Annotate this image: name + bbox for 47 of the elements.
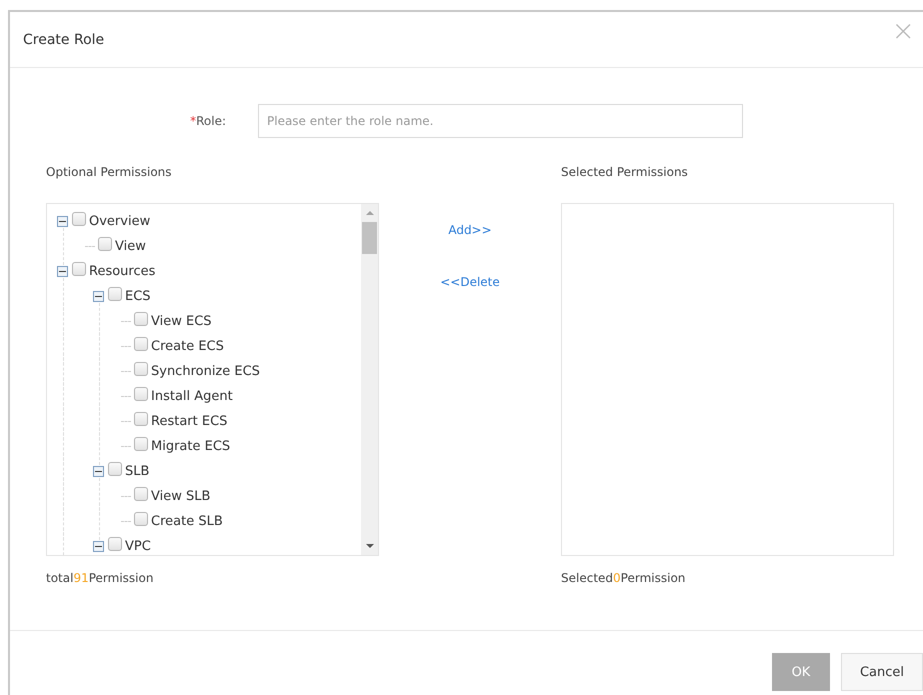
checkbox[interactable] <box>134 412 148 426</box>
total-count-text: total91Permission <box>46 571 154 585</box>
selected-count-text: Selected0Permission <box>561 571 686 585</box>
tree-item-label[interactable]: Install Agent <box>151 389 233 404</box>
checkbox[interactable] <box>134 386 148 400</box>
scroll-down-icon[interactable] <box>366 544 374 548</box>
cancel-button[interactable]: Cancel <box>840 653 923 691</box>
section-heading: Selected Permissions <box>561 165 689 181</box>
tree-item-label[interactable]: ECS <box>125 289 151 304</box>
checkbox[interactable] <box>108 462 122 476</box>
checkbox[interactable] <box>134 362 148 376</box>
delete-link[interactable]: <<Delete <box>440 275 500 289</box>
checkbox[interactable] <box>98 236 112 250</box>
tree-item-label[interactable]: Overview <box>89 214 150 229</box>
checkbox[interactable] <box>134 512 148 526</box>
checkbox[interactable] <box>108 536 122 550</box>
collapse-icon[interactable] <box>93 466 104 477</box>
checkbox[interactable] <box>108 286 122 300</box>
tree-item-label[interactable]: Synchronize ECS <box>151 364 260 379</box>
checkbox[interactable] <box>134 486 148 500</box>
scrollbar[interactable] <box>361 204 378 555</box>
checkbox[interactable] <box>134 336 148 350</box>
scroll-up-icon[interactable] <box>366 211 374 215</box>
add-link[interactable]: Add>> <box>448 223 492 237</box>
checkbox[interactable] <box>72 262 86 276</box>
tree-item-label[interactable]: View ECS <box>151 314 212 329</box>
tree-item-label[interactable]: Resources <box>89 264 156 279</box>
dialog-title: Create Role <box>23 32 104 48</box>
tree-item-label[interactable]: VPC <box>125 539 151 554</box>
role-input-field[interactable]: Please enter the role name. <box>258 104 743 138</box>
tree-item-label[interactable]: Create SLB <box>151 514 223 529</box>
checkbox[interactable] <box>134 436 148 450</box>
checkbox[interactable] <box>72 212 86 226</box>
tree-item-label[interactable]: Create ECS <box>151 339 224 354</box>
scroll-thumb[interactable] <box>362 222 377 254</box>
tree-item-label[interactable]: Migrate ECS <box>151 439 230 454</box>
tree-item-label[interactable]: View SLB <box>151 489 210 504</box>
tree-item-label[interactable]: View <box>115 239 146 254</box>
collapse-icon[interactable] <box>93 541 104 552</box>
collapse-icon[interactable] <box>57 216 68 227</box>
collapse-icon[interactable] <box>93 291 104 302</box>
tree-item-label[interactable]: SLB <box>125 464 150 479</box>
tree-item-label[interactable]: Restart ECS <box>151 414 228 429</box>
checkbox[interactable] <box>134 312 148 326</box>
section-heading: Optional Permissions <box>46 165 173 181</box>
collapse-icon[interactable] <box>57 266 68 277</box>
role-label: *Role: <box>189 114 227 128</box>
